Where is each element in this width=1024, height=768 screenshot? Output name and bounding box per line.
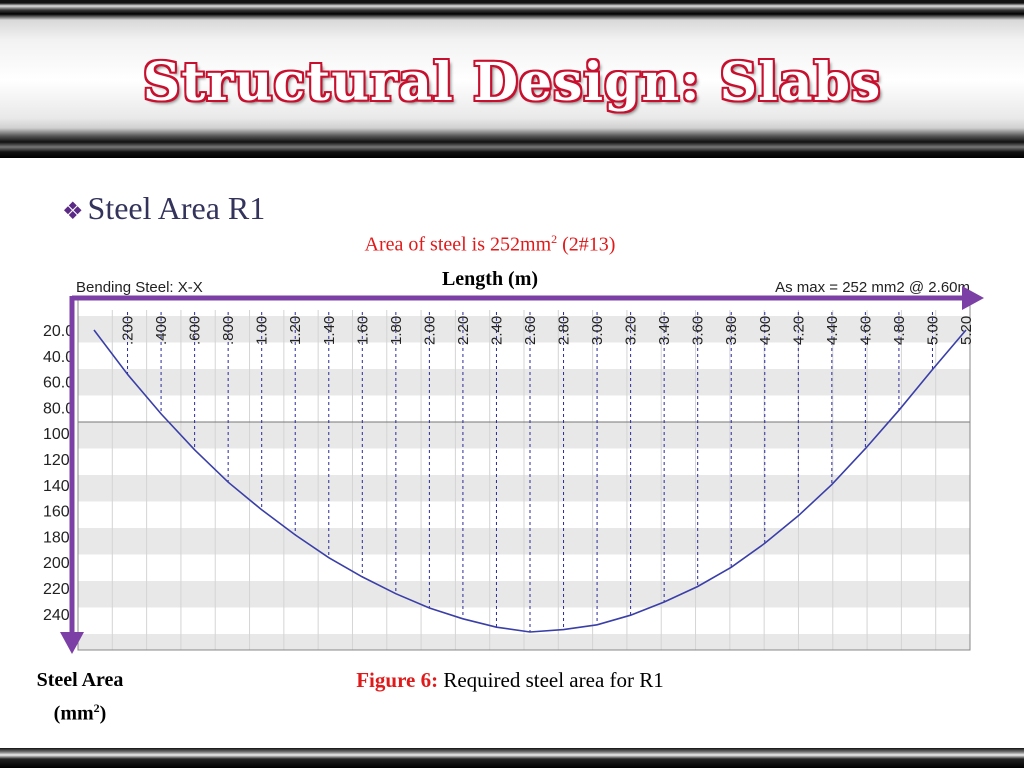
x-tick-label: 2.40 bbox=[488, 316, 505, 345]
x-tick-group: 1.40 bbox=[321, 316, 338, 345]
x-tick-label: 4.60 bbox=[857, 316, 874, 345]
y-label-prefix: (mm bbox=[53, 702, 94, 725]
caption-text: Required steel area for R1 bbox=[438, 668, 664, 692]
chart-title: Bending Steel: X-X bbox=[76, 279, 203, 296]
x-tick-group: 1.00 bbox=[254, 316, 271, 345]
x-tick-label: 1.40 bbox=[321, 316, 338, 345]
steel-area-chart: 20.040.060.080.0100120140160180200220240… bbox=[43, 279, 984, 654]
chart-annotation: As max = 252 mm2 @ 2.60m bbox=[775, 279, 970, 296]
x-tick-label: 2.00 bbox=[421, 316, 438, 345]
y-tick-label: 100 bbox=[43, 426, 70, 443]
x-tick-label: 2.20 bbox=[455, 316, 472, 345]
x-tick-group: 4.20 bbox=[790, 316, 807, 345]
x-tick-group: 2.60 bbox=[522, 316, 539, 345]
x-tick-group: 2.00 bbox=[421, 316, 438, 345]
x-tick-group: 2.80 bbox=[556, 316, 573, 345]
x-tick-group: 3.00 bbox=[589, 316, 606, 345]
x-tick-label: 2.60 bbox=[522, 316, 539, 345]
x-tick-label: 3.80 bbox=[723, 316, 740, 345]
y-label-suffix: ) bbox=[99, 702, 107, 725]
x-tick-label: 3.60 bbox=[690, 316, 707, 345]
figure-caption: Figure 6: Required steel area for R1 bbox=[250, 668, 770, 693]
x-tick-group: 4.40 bbox=[824, 316, 841, 345]
x-tick-label: 4.00 bbox=[757, 316, 774, 345]
x-tick-group: 4.00 bbox=[757, 316, 774, 345]
x-tick-label: 3.20 bbox=[623, 316, 640, 345]
x-tick-label: 3.40 bbox=[656, 316, 673, 345]
x-tick-label: .400 bbox=[153, 316, 170, 345]
x-tick-label: 1.00 bbox=[254, 316, 271, 345]
caption-prefix: Figure 6: bbox=[356, 668, 439, 692]
x-tick-group: 1.80 bbox=[388, 316, 405, 345]
y-tick-label: 220 bbox=[43, 581, 70, 598]
x-tick-label: 4.80 bbox=[891, 316, 908, 345]
x-tick-label: 5.20 bbox=[958, 316, 975, 345]
x-tick-label: 1.60 bbox=[354, 316, 371, 345]
y-label-line2: (mm2) bbox=[10, 694, 150, 728]
x-tick-group: 1.20 bbox=[287, 316, 304, 345]
x-tick-group: 4.80 bbox=[891, 316, 908, 345]
x-tick-group: .400 bbox=[153, 316, 170, 345]
x-tick-group: 3.40 bbox=[656, 316, 673, 345]
x-tick-label: 5.00 bbox=[924, 316, 941, 345]
x-tick-group: 3.20 bbox=[623, 316, 640, 345]
x-tick-group: 5.20 bbox=[958, 316, 975, 345]
y-tick-label: 120 bbox=[43, 452, 70, 469]
x-tick-label: .800 bbox=[220, 316, 237, 345]
x-tick-group: .600 bbox=[187, 316, 204, 345]
x-tick-group: 3.60 bbox=[690, 316, 707, 345]
x-tick-group: 2.20 bbox=[455, 316, 472, 345]
y-label-line1: Steel Area bbox=[36, 669, 124, 691]
x-tick-group: 5.00 bbox=[924, 316, 941, 345]
x-tick-label: 1.80 bbox=[388, 316, 405, 345]
x-tick-label: 3.00 bbox=[589, 316, 606, 345]
x-tick-group: .800 bbox=[220, 316, 237, 345]
x-tick-group: 4.60 bbox=[857, 316, 874, 345]
y-axis-label: Steel Area (mm2) bbox=[10, 666, 150, 728]
x-tick-group: .200 bbox=[120, 316, 137, 345]
x-tick-group: 3.80 bbox=[723, 316, 740, 345]
y-tick-label: 180 bbox=[43, 529, 70, 546]
x-tick-label: 1.20 bbox=[287, 316, 304, 345]
x-tick-label: 4.20 bbox=[790, 316, 807, 345]
x-arrow-head bbox=[962, 286, 984, 310]
x-tick-label: .200 bbox=[120, 316, 137, 345]
x-tick-group: 2.40 bbox=[488, 316, 505, 345]
x-tick-group: 1.60 bbox=[354, 316, 371, 345]
y-tick-label: 160 bbox=[43, 504, 70, 521]
x-tick-label: 4.40 bbox=[824, 316, 841, 345]
y-tick-label: 200 bbox=[43, 555, 70, 572]
x-tick-label: .600 bbox=[187, 316, 204, 345]
y-tick-label: 240 bbox=[43, 607, 70, 624]
y-tick-label: 140 bbox=[43, 478, 70, 495]
x-tick-label: 2.80 bbox=[556, 316, 573, 345]
